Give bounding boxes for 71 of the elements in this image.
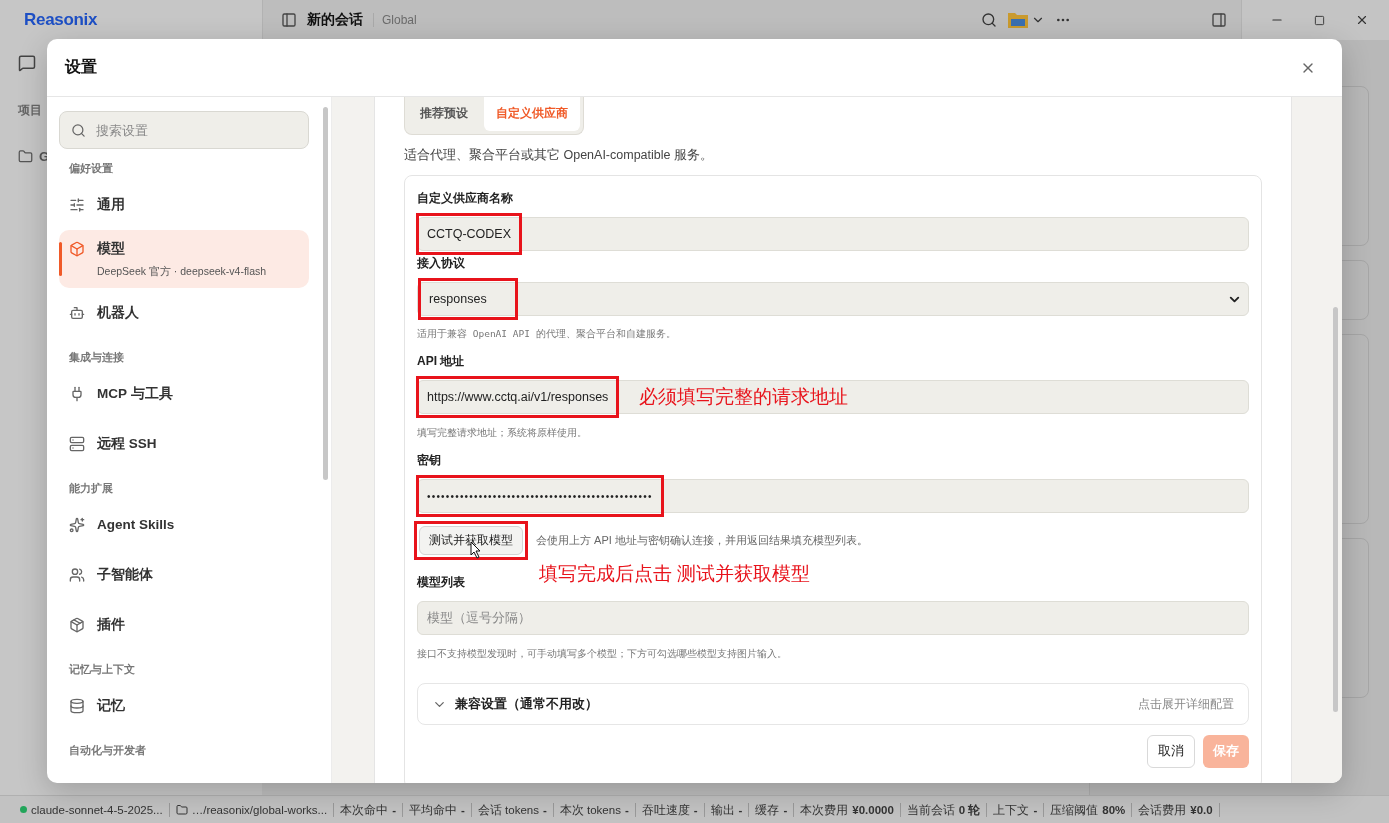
description-text: 适合代理、聚合平台或其它 OpenAI-compatible 服务。 (404, 147, 714, 164)
folder-icon (175, 803, 188, 816)
search-icon (71, 122, 86, 138)
package-icon (69, 617, 85, 633)
cube-icon (69, 241, 85, 257)
nav-item[interactable]: 远程 SSH (59, 419, 309, 469)
nav-section-heading: 自动化与开发者 (68, 743, 147, 758)
cancel-button[interactable]: 取消 (1147, 735, 1195, 768)
field-hint: 适用于兼容 OpenAI API 的代理、聚合平台和自建服务。 (417, 328, 677, 341)
nav-item[interactable]: Agent Skills (59, 500, 309, 550)
nav-item[interactable]: 子智能体 (59, 550, 309, 600)
nav-section-heading: 记忆与上下文 (68, 662, 136, 677)
status-stat: 上下文 - (987, 802, 1045, 817)
search-field[interactable]: 搜索设置 (94, 112, 297, 148)
compat-section[interactable]: 兼容设置（通常不用改） 点击展开详细配置 (417, 683, 1249, 725)
chat-icon[interactable] (18, 54, 36, 72)
field-label: 接入协议 (417, 255, 466, 272)
status-stat: 会话 tokens - (471, 802, 554, 817)
field-label: API 地址 (417, 353, 466, 370)
nav-section-heading: 集成与连接 (68, 350, 125, 365)
robot-icon (69, 305, 85, 321)
close-icon[interactable] (1355, 13, 1369, 27)
status-stat: 当前会话 0 轮 (900, 802, 988, 817)
app-logo: Reasonix (24, 10, 98, 30)
sidebar-toggle-icon[interactable] (281, 12, 297, 28)
plug-icon (69, 386, 85, 402)
provider-tab[interactable]: 推荐预设 (408, 97, 480, 131)
scrollbar-thumb[interactable] (1332, 307, 1338, 712)
annotation-note: 填写完成后点击 测试并获取模型 (539, 562, 811, 586)
conversation-title: 新的会话 (307, 11, 363, 29)
folder-icon[interactable] (18, 149, 33, 164)
nav-item[interactable]: MCP 与工具 (59, 369, 309, 419)
status-stat: 会话费用 ¥0.0 (1132, 802, 1220, 817)
workspace-path[interactable]: …/reasonix/global-works... (169, 802, 335, 817)
action-hint: 会使用上方 API 地址与密钥确认连接，并用返回结果填充模型列表。 (536, 533, 868, 548)
section-heading: 项目 (18, 102, 43, 119)
status-stat: 输出 - (704, 802, 750, 817)
nav-item[interactable]: 插件 (59, 600, 309, 650)
field-hint: 接口不支持模型发现时，可手动填写多个模型；下方可勾选哪些模型支持图片输入。 (417, 647, 788, 661)
nav-item[interactable]: 机器人 (59, 288, 309, 338)
scrollbar-thumb[interactable] (322, 107, 328, 480)
maximize-icon[interactable] (1314, 14, 1325, 26)
folder-icon[interactable] (1007, 11, 1029, 29)
status-stat: 吞吐速度 - (635, 802, 705, 817)
panel-toggle-icon[interactable] (1211, 12, 1227, 28)
workspace-label: Global (373, 13, 417, 27)
status-stat: 本次命中 - (334, 802, 404, 817)
nav-item[interactable]: 记忆 (59, 681, 309, 731)
nav-section-heading: 能力扩展 (68, 481, 114, 496)
status-stat: 压缩阈值 80% (1044, 802, 1133, 817)
sliders-icon (69, 197, 85, 213)
status-stat: 本次 tokens - (553, 802, 636, 817)
server-icon (69, 436, 85, 452)
nav-subtitle: DeepSeek 官方 · deepseek-v4-flash (97, 265, 267, 279)
model-status[interactable]: claude-sonnet-4-5-2025... (14, 802, 170, 817)
sparkles-icon (69, 517, 85, 533)
field-hint: 填写完整请求地址；系统将原样使用。 (417, 426, 588, 440)
field-label: 自定义供应商名称 (417, 190, 514, 207)
nav-item[interactable]: 模型 DeepSeek 官方 · deepseek-v4-flash (59, 230, 309, 288)
status-stat: 缓存 - (749, 802, 795, 817)
search-box[interactable]: 搜索设置 (59, 111, 309, 149)
search-icon[interactable] (981, 12, 997, 28)
field-label: 密钥 (417, 452, 442, 469)
users-icon (69, 567, 85, 583)
database-icon (69, 698, 85, 714)
dialog-title: 设置 (65, 57, 97, 77)
status-stat: 平均命中 - (403, 802, 472, 817)
annotation-note: 必须填写完整的请求地址 (639, 385, 849, 409)
nav-item[interactable]: 通用 (59, 180, 309, 230)
nav-section-heading: 偏好设置 (68, 161, 114, 176)
status-stat: 本次费用 ¥0.0000 (794, 802, 901, 817)
